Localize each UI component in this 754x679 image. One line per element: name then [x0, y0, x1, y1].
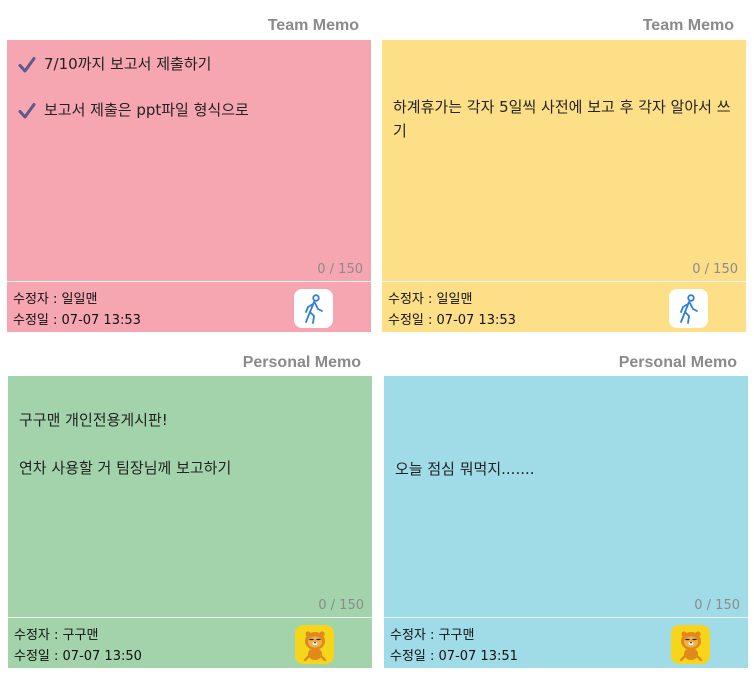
memo-header: Team Memo: [642, 17, 734, 34]
avatar[interactable]: [669, 289, 708, 328]
char-counter: 0 / 150: [318, 598, 364, 613]
memo-line: 구구맨 개인전용게시판!: [19, 410, 361, 431]
edited-date: 수정일 : 07-07 13:50: [14, 649, 142, 664]
walking-person-icon: [304, 293, 323, 324]
memo-body[interactable]: 구구맨 개인전용게시판! 연차 사용할 거 팀장님께 보고하기 0 / 150: [8, 376, 372, 617]
char-counter: 0 / 150: [692, 262, 738, 277]
memo-card-team-1[interactable]: 7/10까지 보고서 제출하기 보고서 제출은 ppt파일 형식으로 0 / 1…: [7, 40, 371, 332]
memo-line-text: 연차 사용할 거 팀장님께 보고하기: [19, 459, 232, 477]
memo-footer: 수정자 : 일일맨 수정일 : 07-07 13:53: [7, 282, 371, 332]
editor-label: 수정자 : 구구맨: [14, 628, 99, 643]
lion-character-icon: [303, 630, 326, 661]
memo-card-team-2[interactable]: 하계휴가는 각자 5일씩 사전에 보고 후 각자 알아서 쓰기 0 / 150 …: [382, 40, 746, 332]
lion-character-icon: [679, 630, 702, 661]
memo-header: Personal Memo: [618, 354, 737, 371]
memo-text: 오늘 점심 뭐먹지.......: [395, 460, 535, 478]
avatar[interactable]: [671, 625, 710, 664]
checklist-item-text: 보고서 제출은 ppt파일 형식으로: [44, 101, 249, 119]
memo-body[interactable]: 오늘 점심 뭐먹지....... 0 / 150: [384, 376, 748, 617]
checkmark-icon: [18, 102, 36, 118]
checklist-item[interactable]: 보고서 제출은 ppt파일 형식으로: [18, 100, 360, 121]
avatar[interactable]: [294, 289, 333, 328]
memo-body[interactable]: 7/10까지 보고서 제출하기 보고서 제출은 ppt파일 형식으로 0 / 1…: [7, 40, 371, 281]
memo-text: 하계휴가는 각자 5일씩 사전에 보고 후 각자 알아서 쓰기: [393, 98, 731, 140]
memo-body[interactable]: 하계휴가는 각자 5일씩 사전에 보고 후 각자 알아서 쓰기 0 / 150: [382, 40, 746, 281]
memo-card-personal-1[interactable]: 구구맨 개인전용게시판! 연차 사용할 거 팀장님께 보고하기 0 / 150 …: [8, 376, 372, 668]
edited-date: 수정일 : 07-07 13:53: [388, 313, 516, 328]
char-counter: 0 / 150: [694, 598, 740, 613]
checklist-item[interactable]: 7/10까지 보고서 제출하기: [18, 54, 360, 75]
memo-footer: 수정자 : 구구맨 수정일 : 07-07 13:50: [8, 618, 372, 668]
checklist-item-text: 7/10까지 보고서 제출하기: [44, 55, 212, 73]
walking-person-icon: [679, 293, 698, 324]
memo-line-text: 구구맨 개인전용게시판!: [19, 411, 168, 429]
edited-date: 수정일 : 07-07 13:53: [13, 313, 141, 328]
memo-header: Personal Memo: [242, 354, 361, 371]
memo-header: Team Memo: [267, 17, 359, 34]
memo-footer: 수정자 : 일일맨 수정일 : 07-07 13:53: [382, 282, 746, 332]
memo-footer: 수정자 : 구구맨 수정일 : 07-07 13:51: [384, 618, 748, 668]
checkmark-icon: [18, 56, 36, 72]
editor-label: 수정자 : 일일맨: [388, 292, 473, 307]
edited-date: 수정일 : 07-07 13:51: [390, 649, 518, 664]
memo-card-personal-2[interactable]: 오늘 점심 뭐먹지....... 0 / 150 수정자 : 구구맨 수정일 :…: [384, 376, 748, 668]
editor-label: 수정자 : 일일맨: [13, 292, 98, 307]
editor-label: 수정자 : 구구맨: [390, 628, 475, 643]
avatar[interactable]: [295, 625, 334, 664]
char-counter: 0 / 150: [317, 262, 363, 277]
memo-line: 연차 사용할 거 팀장님께 보고하기: [19, 458, 361, 479]
